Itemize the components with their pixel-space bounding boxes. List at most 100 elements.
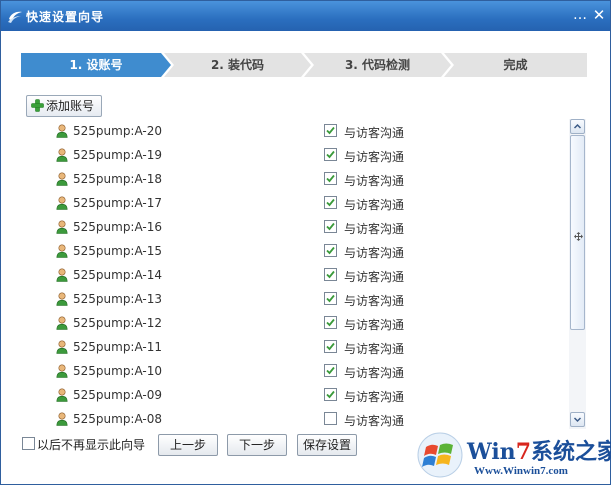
close-button[interactable]: ✕ <box>591 7 607 23</box>
chat-with-visitor-checkbox[interactable] <box>324 172 337 185</box>
checkmark-icon <box>326 342 335 351</box>
account-name: 525pump:A-17 <box>73 196 163 210</box>
user-icon <box>56 364 68 378</box>
table-row[interactable]: 525pump:A-12 与访客沟通 <box>21 311 569 335</box>
account-name: 525pump:A-12 <box>73 316 163 330</box>
checkmark-icon <box>326 270 335 279</box>
account-name: 525pump:A-19 <box>73 148 163 162</box>
chat-with-visitor-label: 与访客沟通 <box>344 390 405 404</box>
windows-logo-icon <box>417 432 463 478</box>
watermark: Win7系统之家 Www.Winwin7.com <box>416 431 611 484</box>
checkmark-icon <box>326 246 335 255</box>
user-icon <box>56 220 68 234</box>
chat-with-visitor-checkbox[interactable] <box>324 316 337 329</box>
account-name: 525pump:A-10 <box>73 364 163 378</box>
table-row[interactable]: 525pump:A-13 与访客沟通 <box>21 287 569 311</box>
watermark-brand-seven: 7 <box>515 439 531 465</box>
account-name: 525pump:A-20 <box>73 124 163 138</box>
account-name: 525pump:A-15 <box>73 244 163 258</box>
table-row[interactable]: 525pump:A-20 与访客沟通 <box>21 119 569 143</box>
chat-with-visitor-label: 与访客沟通 <box>344 222 405 236</box>
next-button[interactable]: 下一步 <box>227 434 287 456</box>
account-name: 525pump:A-08 <box>73 412 163 426</box>
checkmark-icon <box>326 390 335 399</box>
table-row[interactable]: 525pump:A-17 与访客沟通 <box>21 191 569 215</box>
dont-show-again-checkbox[interactable] <box>22 437 35 450</box>
table-row[interactable]: 525pump:A-18 与访客沟通 <box>21 167 569 191</box>
chat-with-visitor-label: 与访客沟通 <box>344 174 405 188</box>
chat-with-visitor-label: 与访客沟通 <box>344 150 405 164</box>
account-name: 525pump:A-18 <box>73 172 163 186</box>
account-name: 525pump:A-16 <box>73 220 163 234</box>
table-row[interactable]: 525pump:A-08 与访客沟通 <box>21 407 569 431</box>
table-row[interactable]: 525pump:A-16 与访客沟通 <box>21 215 569 239</box>
chat-with-visitor-checkbox[interactable] <box>324 388 337 401</box>
chat-with-visitor-checkbox[interactable] <box>324 196 337 209</box>
table-row[interactable]: 525pump:A-11 与访客沟通 <box>21 335 569 359</box>
user-icon <box>56 268 68 282</box>
step-2-install-code: 2. 装代码 <box>164 53 311 77</box>
chat-with-visitor-label: 与访客沟通 <box>344 414 405 428</box>
chat-with-visitor-label: 与访客沟通 <box>344 318 405 332</box>
previous-button[interactable]: 上一步 <box>158 434 218 456</box>
chat-with-visitor-checkbox[interactable] <box>324 412 337 425</box>
scroll-thumb[interactable] <box>570 135 585 330</box>
chevron-up-icon <box>573 123 582 129</box>
checkmark-icon <box>326 150 335 159</box>
table-row[interactable]: 525pump:A-14 与访客沟通 <box>21 263 569 287</box>
title-bar[interactable]: 快速设置向导 … ✕ <box>1 1 610 31</box>
chat-with-visitor-label: 与访客沟通 <box>344 246 405 260</box>
account-list-scrollbar[interactable] <box>569 119 586 429</box>
watermark-brand: Win7系统之家 <box>467 434 611 466</box>
chat-with-visitor-checkbox[interactable] <box>324 292 337 305</box>
checkmark-icon <box>326 222 335 231</box>
chat-with-visitor-label: 与访客沟通 <box>344 198 405 212</box>
checkmark-icon <box>326 126 335 135</box>
table-row[interactable]: 525pump:A-10 与访客沟通 <box>21 359 569 383</box>
add-account-label: 添加账号 <box>46 99 95 113</box>
chat-with-visitor-checkbox[interactable] <box>324 124 337 137</box>
checkmark-icon <box>326 318 335 327</box>
scroll-down-button[interactable] <box>570 412 585 427</box>
watermark-brand-prefix: Win <box>467 439 516 465</box>
chat-with-visitor-checkbox[interactable] <box>324 340 337 353</box>
add-account-button[interactable]: 添加账号 <box>26 95 102 117</box>
checkmark-icon <box>326 366 335 375</box>
table-row[interactable]: 525pump:A-19 与访客沟通 <box>21 143 569 167</box>
chat-with-visitor-checkbox[interactable] <box>324 244 337 257</box>
table-row[interactable]: 525pump:A-15 与访客沟通 <box>21 239 569 263</box>
minimize-button[interactable]: … <box>572 7 588 23</box>
window-title: 快速设置向导 <box>26 10 105 24</box>
user-icon <box>56 412 68 426</box>
user-icon <box>56 292 68 306</box>
chat-with-visitor-label: 与访客沟通 <box>344 366 405 380</box>
wizard-window: 快速设置向导 … ✕ 1. 设账号 2. 装代码 3. 代码检测 完成 添加账号… <box>0 0 611 485</box>
scroll-up-button[interactable] <box>570 119 585 134</box>
chat-with-visitor-checkbox[interactable] <box>324 364 337 377</box>
watermark-url: Www.Winwin7.com <box>474 465 568 477</box>
account-name: 525pump:A-14 <box>73 268 163 282</box>
user-icon <box>56 196 68 210</box>
chat-with-visitor-label: 与访客沟通 <box>344 294 405 308</box>
app-logo-icon <box>8 11 22 23</box>
table-row[interactable]: 525pump:A-09 与访客沟通 <box>21 383 569 407</box>
chat-with-visitor-checkbox[interactable] <box>324 148 337 161</box>
account-list[interactable]: 525pump:A-20 与访客沟通 525pump:A-19 与访客沟通 525pum… <box>21 119 569 431</box>
user-icon <box>56 172 68 186</box>
account-name: 525pump:A-11 <box>73 340 163 354</box>
account-name: 525pump:A-09 <box>73 388 163 402</box>
user-icon <box>56 244 68 258</box>
chat-with-visitor-label: 与访客沟通 <box>344 270 405 284</box>
account-name: 525pump:A-13 <box>73 292 163 306</box>
chat-with-visitor-checkbox[interactable] <box>324 220 337 233</box>
plus-icon <box>31 99 44 112</box>
checkmark-icon <box>326 174 335 183</box>
user-icon <box>56 316 68 330</box>
save-settings-button[interactable]: 保存设置 <box>297 434 357 456</box>
chat-with-visitor-label: 与访客沟通 <box>344 126 405 140</box>
chat-with-visitor-label: 与访客沟通 <box>344 342 405 356</box>
checkmark-icon <box>326 294 335 303</box>
user-icon <box>56 340 68 354</box>
chat-with-visitor-checkbox[interactable] <box>324 268 337 281</box>
wizard-steps: 1. 设账号 2. 装代码 3. 代码检测 完成 <box>21 53 587 77</box>
